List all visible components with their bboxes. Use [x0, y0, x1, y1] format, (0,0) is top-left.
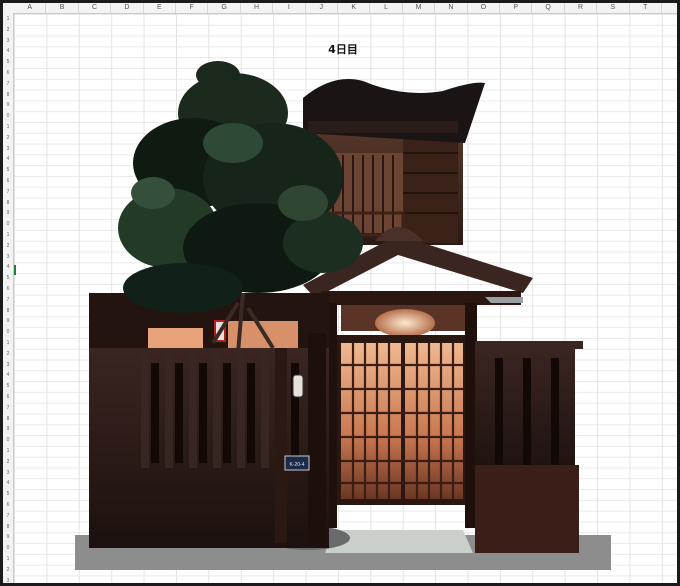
fence-post	[275, 348, 287, 543]
right-fence-rail	[475, 341, 583, 349]
gate-door-left	[341, 343, 401, 499]
spreadsheet-window: ABCDEFGHIJKLMNOPQRST 1234567890123456789…	[0, 0, 680, 586]
machiya-illustration: K-20-4	[75, 61, 611, 570]
right-wall-base	[475, 465, 579, 553]
gate-door-right	[405, 343, 463, 499]
right-gutter	[485, 297, 523, 303]
lantern	[292, 374, 304, 398]
roof-eave	[308, 121, 458, 133]
upper-side-panel	[403, 133, 458, 243]
main-roof	[303, 79, 485, 143]
sheet-title[interactable]: 4日目	[303, 41, 383, 57]
gate-lamp	[375, 309, 435, 337]
nameplate-text: K-20-4	[289, 462, 304, 468]
left-gate-post	[308, 333, 326, 543]
